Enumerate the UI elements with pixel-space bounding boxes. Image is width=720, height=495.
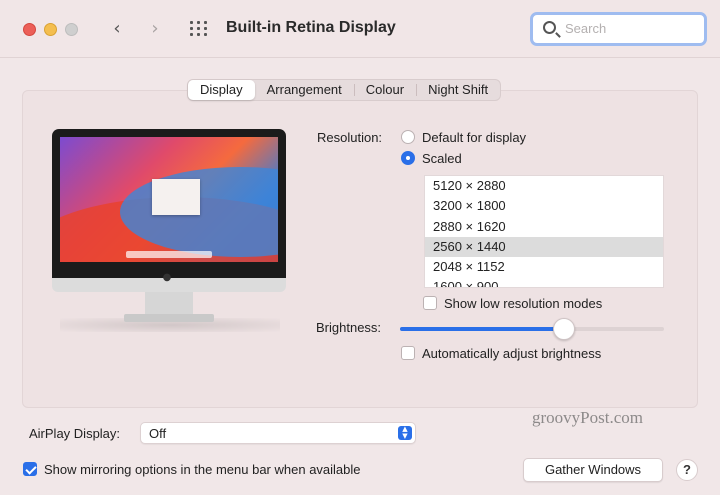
imac-illustration — [52, 129, 286, 278]
resolution-label: Resolution: — [317, 130, 383, 145]
tab-arrangement[interactable]: Arrangement — [255, 80, 354, 100]
back-chevron-icon[interactable]: ‹ — [107, 18, 127, 40]
scaled-label[interactable]: Scaled — [422, 151, 462, 166]
imac-wallpaper — [60, 137, 278, 262]
resolution-option[interactable]: 1600 × 900 — [425, 277, 663, 287]
tab-night-shift[interactable]: Night Shift — [416, 80, 500, 100]
watermark: groovyPost.com — [532, 408, 643, 427]
tab-colour[interactable]: Colour — [353, 80, 416, 100]
airplay-display-select[interactable]: Off ▲ ▼ — [140, 422, 416, 444]
resolution-option-selected[interactable]: 2560 × 1440 — [425, 236, 663, 258]
scaled-radio[interactable] — [401, 151, 415, 165]
forward-chevron-icon[interactable]: › — [145, 18, 165, 40]
title-bar: ‹ › Built-in Retina Display Search — [0, 0, 720, 58]
search-field[interactable]: Search — [530, 12, 707, 46]
imac-stand — [145, 292, 193, 316]
tab-bar: Display Arrangement Colour Night Shift — [187, 79, 502, 101]
resolution-option[interactable]: 5120 × 2880 — [425, 176, 663, 196]
resolution-list[interactable]: 5120 × 2880 3200 × 1800 2880 × 1620 2560… — [424, 175, 664, 288]
imac-dock — [126, 251, 212, 258]
system-preferences-window: ‹ › Built-in Retina Display Search Displ… — [0, 0, 720, 495]
auto-brightness-checkbox[interactable] — [401, 346, 415, 360]
search-icon — [543, 21, 556, 34]
show-all-grid-icon[interactable] — [190, 21, 208, 37]
zoom-window-button[interactable] — [65, 23, 78, 36]
minimize-window-button[interactable] — [44, 23, 57, 36]
imac-foot — [124, 314, 214, 322]
brightness-label: Brightness: — [316, 320, 382, 335]
resolution-option[interactable]: 2048 × 1152 — [425, 257, 663, 277]
imac-window-thumbnail — [152, 179, 200, 215]
window-title: Built-in Retina Display — [226, 19, 396, 36]
default-for-display-label[interactable]: Default for display — [422, 130, 526, 145]
apple-logo-icon: ● — [162, 272, 172, 283]
mirroring-options-checkbox[interactable] — [23, 462, 37, 476]
help-button[interactable]: ? — [676, 459, 698, 481]
resolution-option[interactable]: 2880 × 1620 — [425, 217, 663, 237]
mirroring-options-label[interactable]: Show mirroring options in the menu bar w… — [44, 462, 361, 477]
up-down-chevron-icon: ▲ ▼ — [398, 426, 412, 440]
resolution-option[interactable]: 3200 × 1800 — [425, 196, 663, 216]
brightness-slider-knob[interactable] — [552, 318, 575, 340]
airplay-display-value: Off — [149, 426, 167, 441]
tab-display[interactable]: Display — [188, 80, 255, 100]
default-for-display-radio[interactable] — [401, 130, 415, 144]
brightness-slider-fill — [400, 327, 564, 331]
gather-windows-button[interactable]: Gather Windows — [523, 458, 663, 482]
airplay-display-label: AirPlay Display: — [29, 426, 121, 441]
show-low-resolution-checkbox[interactable] — [423, 296, 437, 310]
brightness-slider[interactable] — [400, 327, 664, 331]
close-window-button[interactable] — [23, 23, 36, 36]
show-low-resolution-label[interactable]: Show low resolution modes — [444, 296, 602, 311]
auto-brightness-label[interactable]: Automatically adjust brightness — [422, 346, 601, 361]
search-placeholder: Search — [565, 21, 607, 36]
